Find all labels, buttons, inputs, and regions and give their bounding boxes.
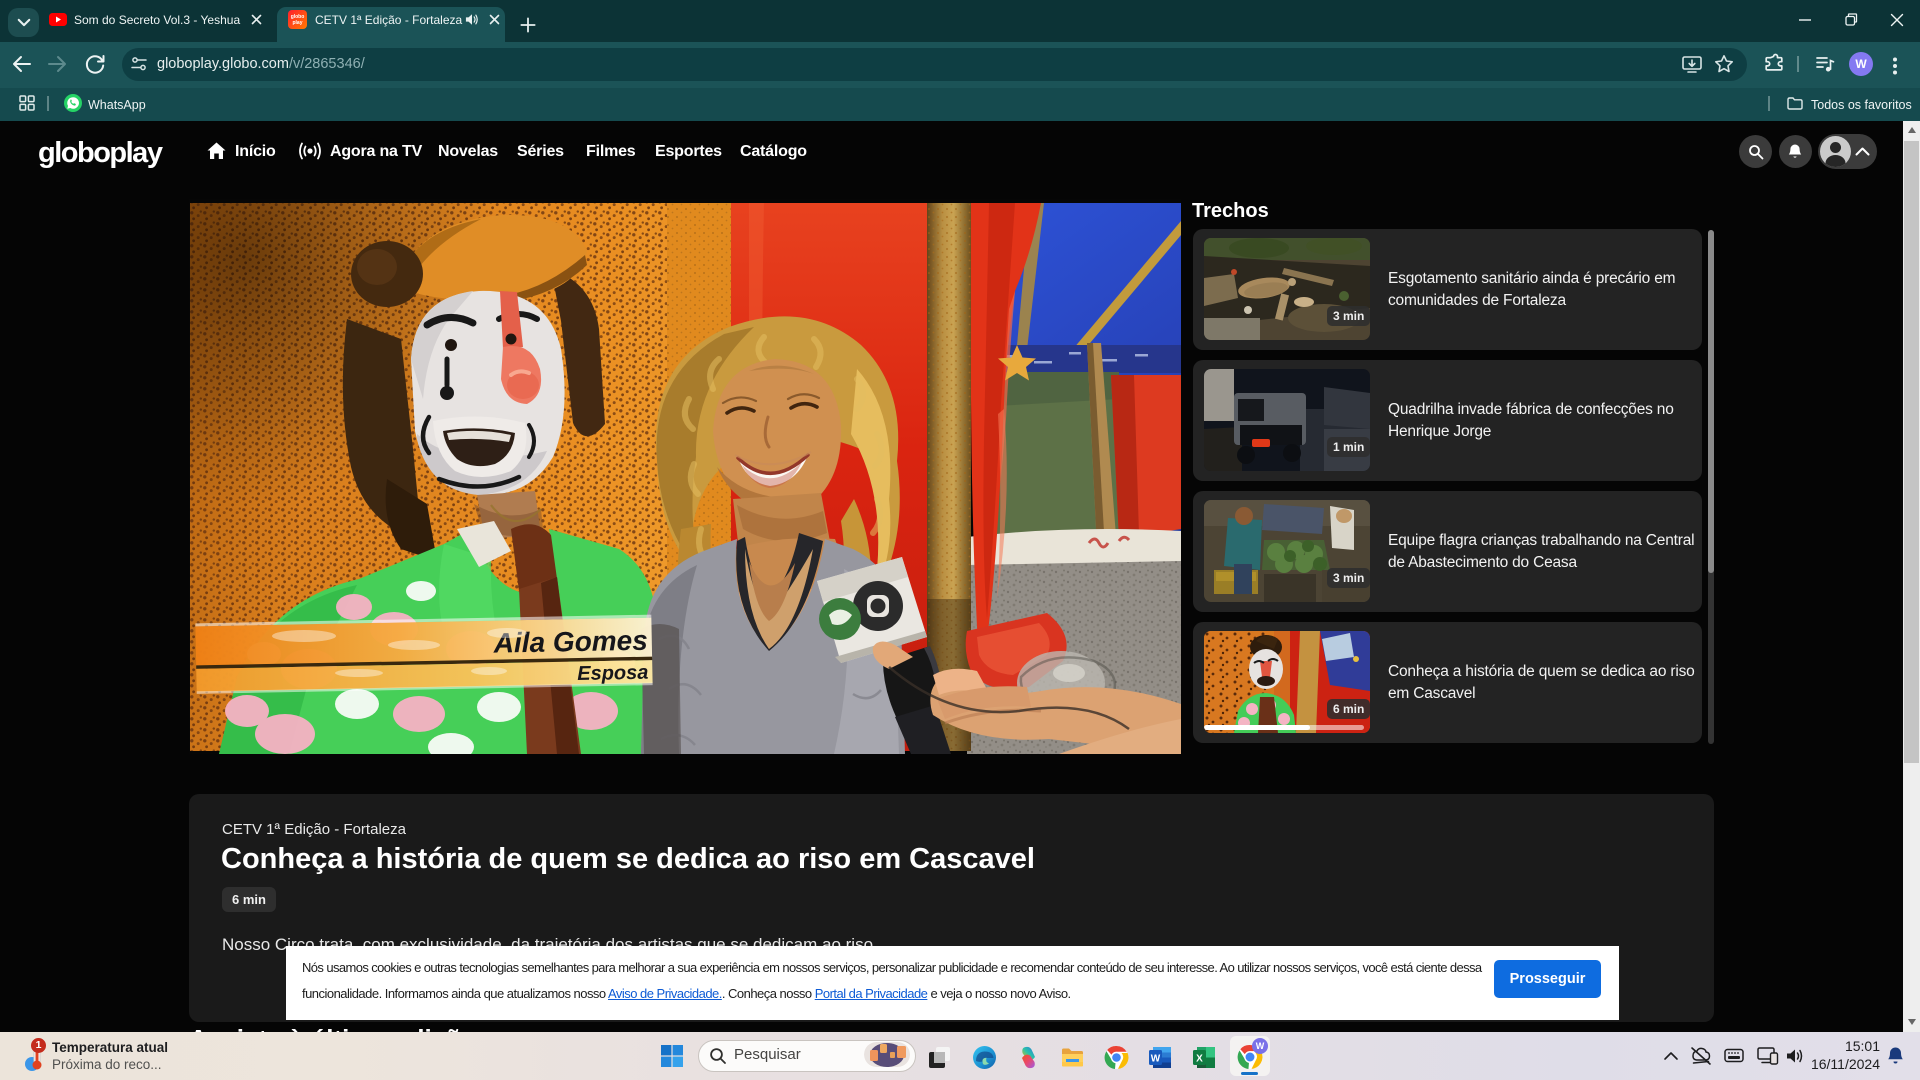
svg-text:play: play bbox=[292, 20, 302, 26]
svg-text:W: W bbox=[1151, 1054, 1161, 1065]
svg-text:X: X bbox=[1196, 1054, 1203, 1065]
svg-text:Esposa: Esposa bbox=[577, 662, 649, 685]
